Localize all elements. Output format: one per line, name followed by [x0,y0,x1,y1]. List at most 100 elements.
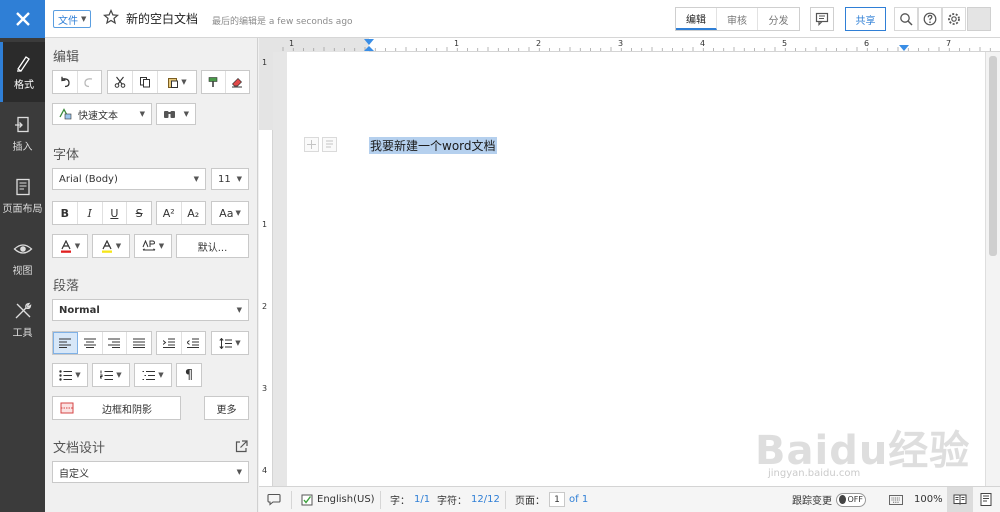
align-center-button[interactable] [78,332,103,354]
favorite-star-icon[interactable] [103,9,119,25]
underline-button[interactable]: U [103,202,128,224]
tab-edit[interactable]: 编辑 [676,8,717,30]
close-icon [15,12,30,26]
increase-indent-button[interactable] [157,332,182,354]
quick-text-dropdown[interactable]: 快速文本 ▼ [52,103,152,125]
character-spacing-button[interactable]: ▼ [135,235,171,257]
highlight-group: ▼ [92,234,130,258]
pilcrow-icon: ¶ [184,367,194,383]
close-button[interactable] [0,0,45,38]
character-spacing-group: ▼ [134,234,172,258]
page-number-input[interactable]: 1 [549,492,565,507]
superscript-button[interactable]: A² [157,202,182,224]
chevron-down-icon: ▼ [236,175,242,183]
align-right-button[interactable] [103,332,128,354]
user-avatar[interactable] [967,7,991,31]
undo-button[interactable] [53,71,78,93]
redo-button[interactable] [78,71,102,93]
chevron-down-icon: ▼ [236,468,242,476]
ruler-number: 5 [782,39,788,48]
language-button[interactable]: English(US) [301,487,375,512]
view-eye-icon [13,244,32,254]
redo-icon [84,78,93,88]
find-dropdown[interactable]: ▼ [156,103,196,125]
bold-button[interactable]: B [53,202,78,224]
right-indent-marker[interactable] [899,45,909,51]
print-layout-button[interactable] [973,487,999,512]
chevron-down-icon: ▼ [181,78,187,86]
borders-shading-button[interactable]: 边框和阴影 [52,396,181,420]
borders-shading-label: 边框和阴影 [102,404,152,416]
gear-icon [948,13,960,25]
char-count-value: 12/12 [471,494,500,505]
nav-tools[interactable]: 工具 [0,290,45,350]
keyboard-icon [889,494,903,505]
tab-distribute[interactable]: 分发 [758,8,799,30]
justify-icon [133,338,146,348]
justify-button[interactable] [127,332,151,354]
chevron-down-icon: ▼ [235,209,241,217]
align-left-button[interactable] [53,332,78,354]
bullet-list-icon [59,369,73,381]
horizontal-ruler[interactable]: 1 1 2 3 4 5 6 7 [259,38,1000,52]
nav-view[interactable]: 视图 [0,228,45,288]
bullet-list-group: ▼ [52,363,88,387]
nav-page-layout[interactable]: 页面布局 [0,166,45,226]
show-formatting-button[interactable]: ¶ [177,364,201,386]
paragraph-menu-handle[interactable] [322,137,337,152]
decrease-indent-button[interactable] [182,332,206,354]
doc-design-value: 自定义 [59,468,89,480]
multilevel-list-button[interactable]: ▼ [135,364,171,386]
paste-button[interactable]: ▼ [158,71,196,93]
font-color-button[interactable]: ▼ [53,235,87,257]
copy-button[interactable] [133,71,158,93]
paragraph-style-select[interactable]: Normal ▼ [52,299,249,321]
settings-button[interactable] [942,7,966,31]
clear-format-button[interactable] [226,71,249,93]
align-center-icon [83,338,96,348]
default-font-button[interactable]: 默认... [176,234,249,258]
track-changes-toggle[interactable]: OFF [836,492,866,507]
track-changes: 跟踪变更 OFF [792,487,866,512]
scrollbar-thumb[interactable] [989,56,997,256]
help-button[interactable] [918,7,942,31]
change-case-button[interactable]: Aa ▼ [212,202,248,224]
font-size-select[interactable]: 11 ▼ [211,168,249,190]
chevron-down-icon: ▼ [75,371,81,379]
bullet-list-button[interactable]: ▼ [53,364,87,386]
word-count-value: 1/1 [414,494,431,505]
document-title[interactable]: 新的空白文档 [126,10,198,27]
line-spacing-button[interactable]: ▼ [212,332,248,354]
file-menu-button[interactable]: 文件 ▼ [53,10,92,28]
paragraph-add-handle[interactable] [304,137,319,152]
doc-design-select[interactable]: 自定义 ▼ [52,461,249,483]
top-bar: 文件 ▼ 新的空白文档 最后的编辑是 a few seconds ago 编辑 … [0,0,1000,38]
subscript-button[interactable]: A₂ [182,202,206,224]
cut-button[interactable] [108,71,133,93]
ruler-number: 4 [262,466,268,475]
external-link-icon[interactable] [235,440,248,453]
status-comments-button[interactable] [267,487,281,512]
numbered-list-button[interactable]: ▼ [93,364,129,386]
paragraph-style-value: Normal [59,304,100,316]
document-body-text[interactable]: 我要新建一个word文档 [369,137,497,154]
keyboard-button[interactable] [883,487,909,512]
zoom-level[interactable]: 100% [914,487,943,512]
strikethrough-button[interactable]: S [127,202,151,224]
share-button[interactable]: 共享 [845,7,886,31]
italic-button[interactable]: I [78,202,103,224]
comments-button[interactable] [810,7,834,31]
change-case-group: Aa ▼ [211,201,249,225]
search-button[interactable] [894,7,918,31]
nav-insert[interactable]: 插入 [0,104,45,164]
more-paragraph-button[interactable]: 更多 [204,396,249,420]
vertical-scrollbar[interactable] [985,52,1000,486]
reading-view-button[interactable] [947,487,973,512]
format-painter-button[interactable] [202,71,226,93]
highlight-button[interactable]: ▼ [93,235,129,257]
vertical-ruler[interactable]: 1 1 2 3 4 [259,52,273,486]
font-family-select[interactable]: Arial (Body) ▼ [52,168,206,190]
tab-review[interactable]: 审核 [717,8,758,30]
comment-icon [815,12,829,26]
nav-format[interactable]: 格式 [0,42,45,102]
